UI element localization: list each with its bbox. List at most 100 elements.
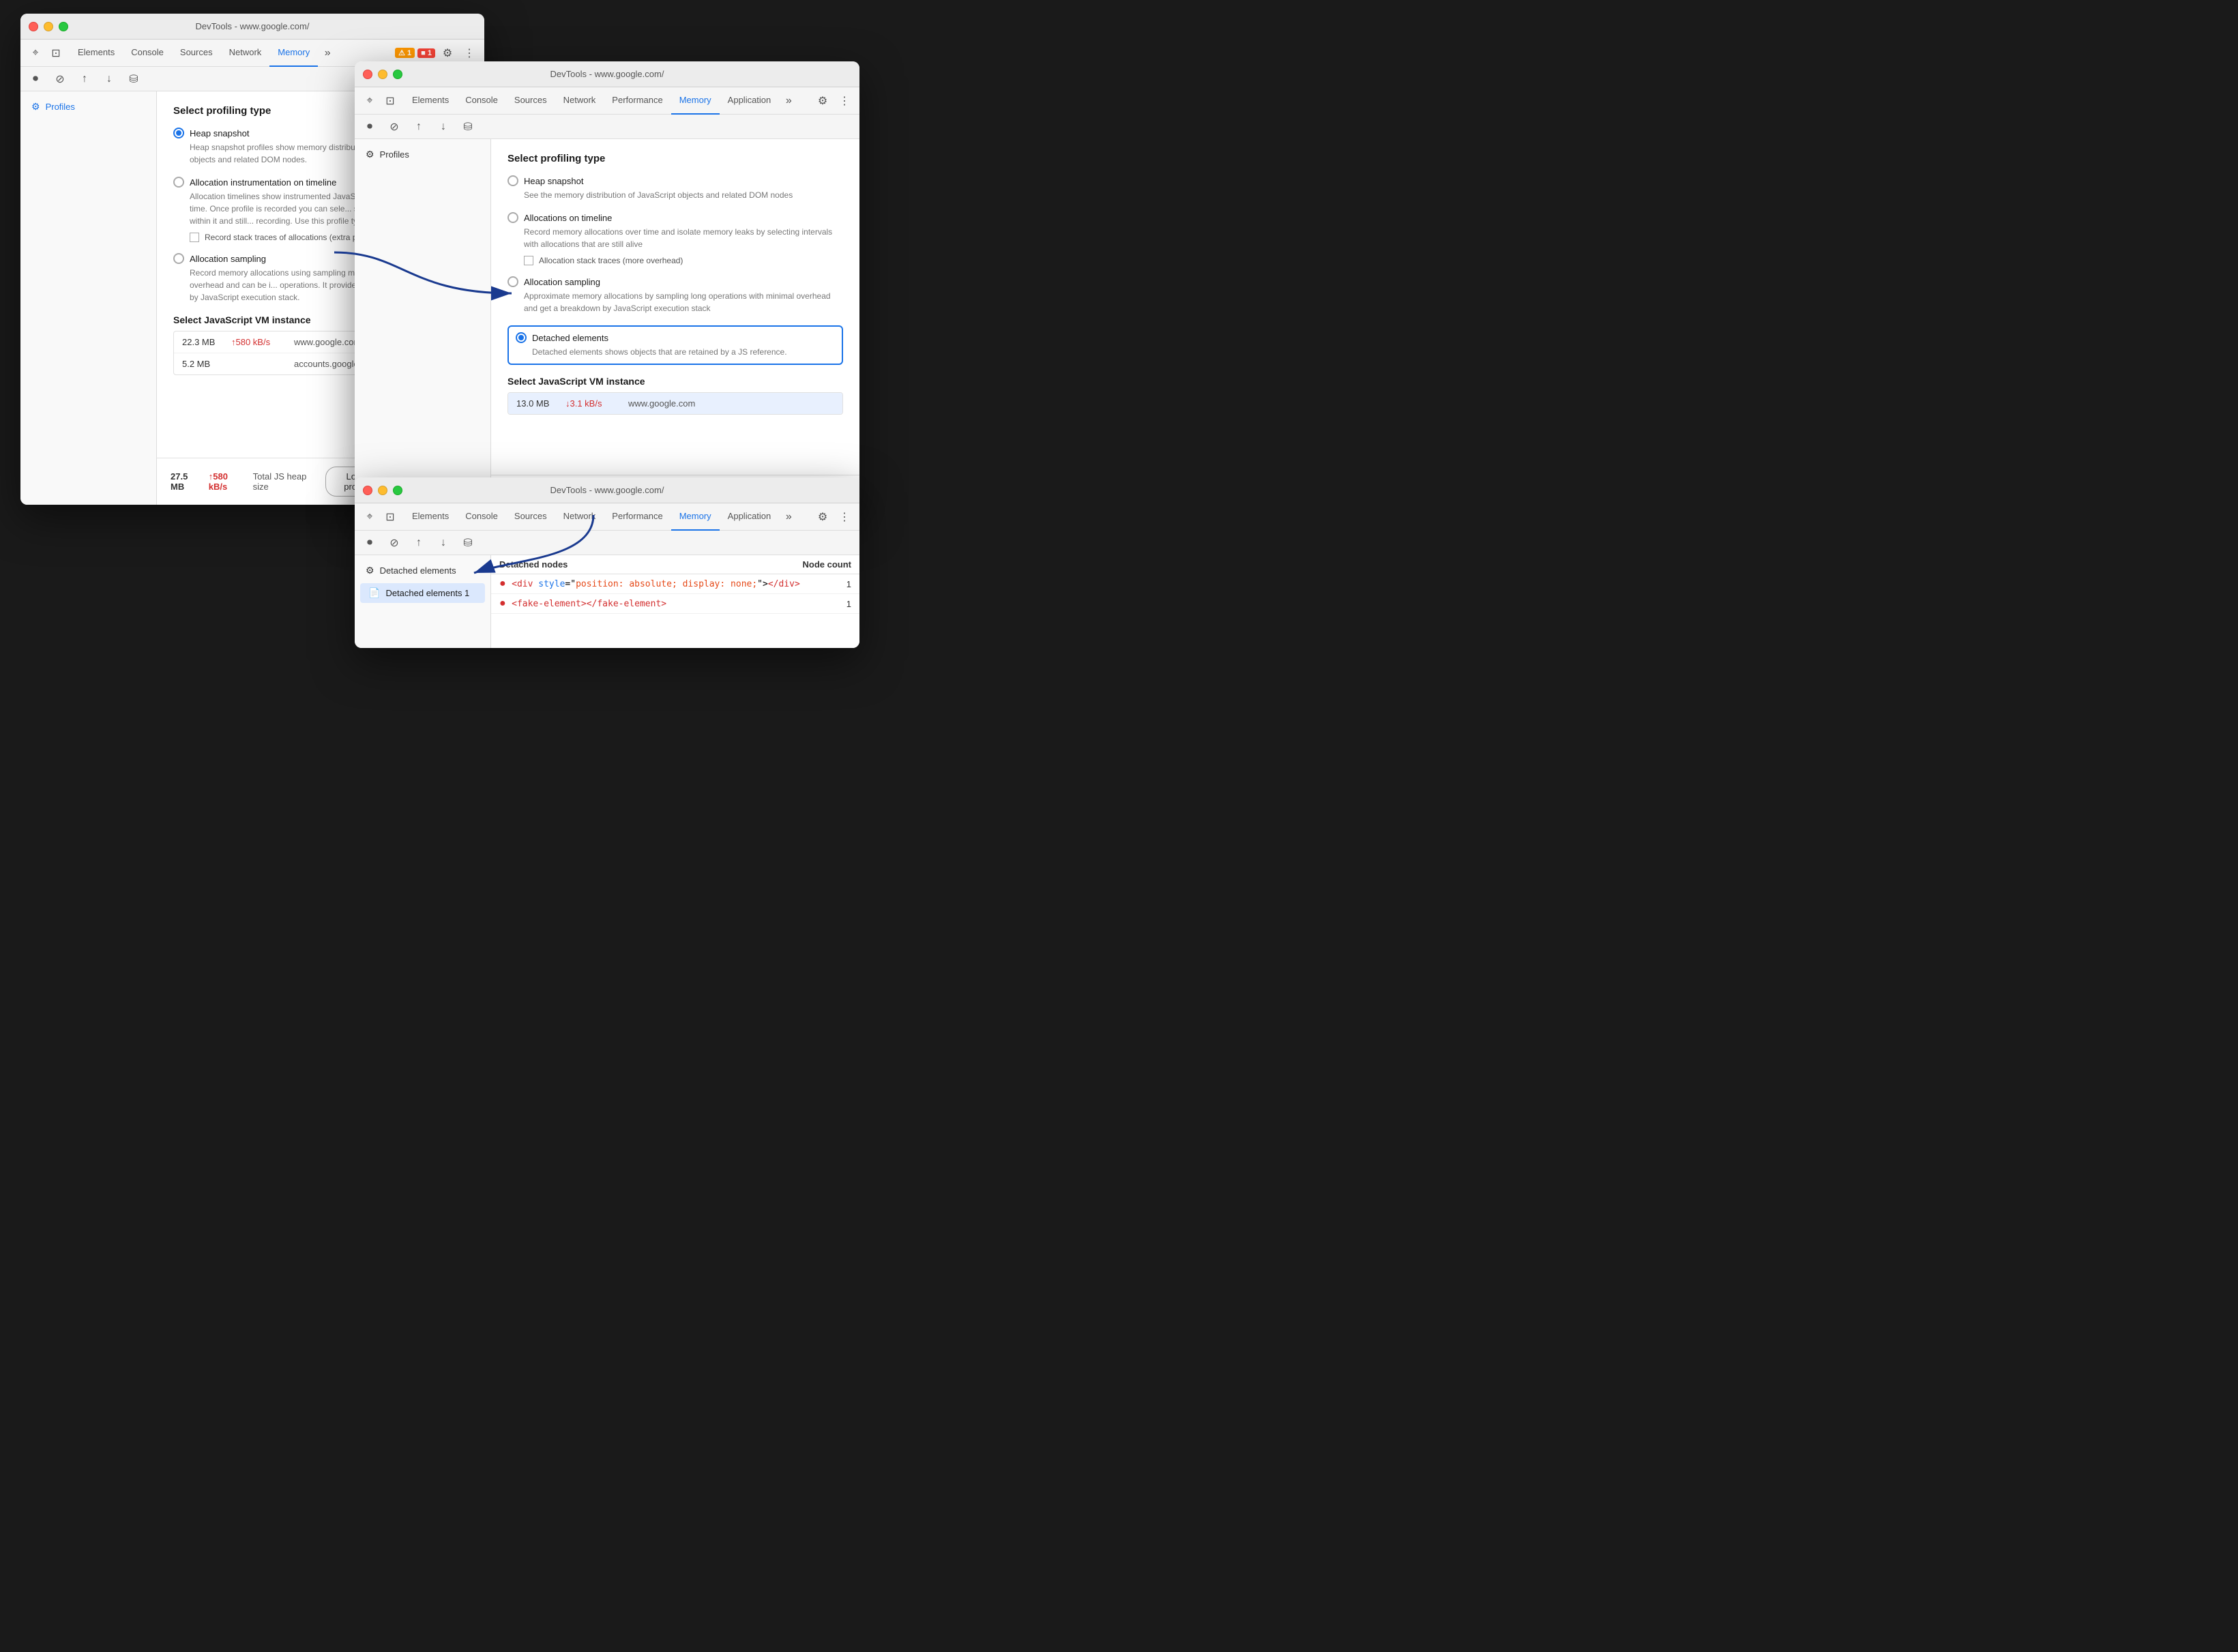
vm-row-2-0[interactable]: 13.0 MB ↓3.1 kB/s www.google.com [508, 393, 842, 414]
sidebar-item-profiles-3[interactable]: ⚙ Detached elements [355, 561, 490, 580]
record-icon-3[interactable]: ⏺ [360, 533, 379, 552]
body-3: ⚙ Detached elements 📄 Detached elements … [355, 555, 859, 648]
record-icon-1[interactable]: ⏺ [26, 70, 45, 89]
nodes-row-0[interactable]: ● <div style="position: absolute; displa… [491, 574, 859, 594]
tab-console-2[interactable]: Console [457, 87, 506, 115]
tab-memory-1[interactable]: Memory [269, 40, 318, 67]
upload-icon-2[interactable]: ↑ [409, 117, 428, 136]
alloc-radio-2[interactable] [507, 212, 518, 223]
tab-sources-2[interactable]: Sources [506, 87, 555, 115]
clear-icon-2[interactable]: ⊘ [385, 117, 404, 136]
titlebar-2: DevTools - www.google.com/ [355, 61, 859, 87]
more-icon-2[interactable]: ⋮ [835, 91, 854, 110]
sampling-option-2: Allocation sampling Approximate memory a… [507, 276, 843, 314]
settings-icon-1[interactable]: ⚙ [438, 44, 457, 63]
bullet-1: ● [499, 598, 506, 609]
window-title-3: DevTools - www.google.com/ [550, 485, 664, 495]
tab-elements-1[interactable]: Elements [70, 40, 123, 67]
mobile-icon-3[interactable]: ⊡ [381, 507, 400, 527]
maximize-btn-1[interactable] [59, 22, 68, 31]
close-btn-3[interactable] [363, 486, 372, 495]
vm-size-1-0: 22.3 MB [182, 337, 223, 347]
download-icon-3[interactable]: ↓ [434, 533, 453, 552]
sidebar-item-profiles-1[interactable]: ⚙ Profiles [20, 97, 156, 117]
more-tabs-icon-3[interactable]: » [779, 507, 798, 527]
cursor-icon-3[interactable]: ⌖ [360, 507, 379, 527]
tab-sources-1[interactable]: Sources [172, 40, 221, 67]
tab-network-2[interactable]: Network [555, 87, 604, 115]
stack-traces-label-1: Record stack traces of allocations (extr… [205, 233, 368, 242]
tab-application-3[interactable]: Application [720, 503, 780, 531]
heap-label-1: Heap snapshot [190, 128, 249, 138]
code-0: <div style="position: absolute; display:… [512, 579, 800, 589]
download-icon-1[interactable]: ↓ [100, 70, 119, 89]
minimize-btn-1[interactable] [44, 22, 53, 31]
collect-icon-3[interactable]: ⛁ [458, 533, 477, 552]
sampling-radio-1[interactable] [173, 253, 184, 264]
collect-icon-1[interactable]: ⛁ [124, 70, 143, 89]
mobile-icon[interactable]: ⊡ [46, 44, 65, 63]
sidebar-item-profiles-2[interactable]: ⚙ Profiles [355, 145, 490, 164]
cursor-icon-2[interactable]: ⌖ [360, 91, 379, 110]
collect-icon-2[interactable]: ⛁ [458, 117, 477, 136]
tab-sources-3[interactable]: Sources [506, 503, 555, 531]
heap-radio-1[interactable] [173, 128, 184, 138]
devtools-window-2: DevTools - www.google.com/ ⌖ ⊡ Elements … [355, 61, 859, 512]
detached-elements-profile-item[interactable]: 📄 Detached elements 1 [360, 583, 485, 603]
sidebar-profiles-label-2: Profiles [380, 149, 409, 160]
tab-network-3[interactable]: Network [555, 503, 604, 531]
footer-size-1: 27.5 MB [171, 471, 201, 492]
more-icon-3[interactable]: ⋮ [835, 507, 854, 527]
tab-memory-3[interactable]: Memory [671, 503, 720, 531]
heap-radio-2[interactable] [507, 175, 518, 186]
close-btn-1[interactable] [29, 22, 38, 31]
minimize-btn-2[interactable] [378, 70, 387, 79]
alloc-stack-checkbox-2[interactable] [524, 256, 533, 265]
tab-elements-3[interactable]: Elements [404, 503, 457, 531]
alloc-radio-1[interactable] [173, 177, 184, 188]
allocations-timeline-option-2: Allocations on timeline Record memory al… [507, 212, 843, 265]
tab-console-3[interactable]: Console [457, 503, 506, 531]
nodes-row-1[interactable]: ● <fake-element></fake-element> 1 [491, 594, 859, 614]
detached-option-2: Detached elements Detached elements show… [507, 325, 843, 365]
sampling-label-2: Allocation sampling [524, 277, 600, 287]
download-icon-2[interactable]: ↓ [434, 117, 453, 136]
stack-traces-checkbox-1[interactable] [190, 233, 199, 242]
settings-icon-2[interactable]: ⚙ [813, 91, 832, 110]
sidebar-3: ⚙ Detached elements 📄 Detached elements … [355, 555, 491, 648]
detached-radio-2[interactable] [516, 332, 527, 343]
close-btn-2[interactable] [363, 70, 372, 79]
clear-icon-1[interactable]: ⊘ [50, 70, 70, 89]
more-icon-1[interactable]: ⋮ [460, 44, 479, 63]
heap-radio-row-2: Heap snapshot [507, 175, 843, 186]
alloc-desc-2: Record memory allocations over time and … [524, 226, 843, 250]
titlebar-1: DevTools - www.google.com/ [20, 14, 484, 40]
maximize-btn-3[interactable] [393, 486, 402, 495]
tab-memory-2[interactable]: Memory [671, 87, 720, 115]
tab-performance-3[interactable]: Performance [604, 503, 671, 531]
mobile-icon-2[interactable]: ⊡ [381, 91, 400, 110]
tab-network-1[interactable]: Network [221, 40, 270, 67]
tab-performance-2[interactable]: Performance [604, 87, 671, 115]
record-icon-2[interactable]: ⏺ [360, 117, 379, 136]
upload-icon-3[interactable]: ↑ [409, 533, 428, 552]
sidebar-2: ⚙ Profiles [355, 139, 491, 512]
tab-application-2[interactable]: Application [720, 87, 780, 115]
settings-icon-3[interactable]: ⚙ [813, 507, 832, 527]
upload-icon-1[interactable]: ↑ [75, 70, 94, 89]
clear-icon-3[interactable]: ⊘ [385, 533, 404, 552]
profile-file-icon: 📄 [368, 587, 380, 599]
sampling-desc-2: Approximate memory allocations by sampli… [524, 290, 843, 314]
more-tabs-icon-2[interactable]: » [779, 91, 798, 110]
tab-elements-2[interactable]: Elements [404, 87, 457, 115]
minimize-btn-3[interactable] [378, 486, 387, 495]
more-tabs-icon-1[interactable]: » [318, 44, 337, 63]
cursor-icon[interactable]: ⌖ [26, 44, 45, 63]
toolbar-3: ⌖ ⊡ Elements Console Sources Network Per… [355, 503, 859, 531]
maximize-btn-2[interactable] [393, 70, 402, 79]
sampling-radio-2[interactable] [507, 276, 518, 287]
tab-console-1[interactable]: Console [123, 40, 172, 67]
code-1: <fake-element></fake-element> [512, 599, 666, 609]
vm-size-1-1: 5.2 MB [182, 359, 223, 369]
heap-desc-2: See the memory distribution of JavaScrip… [524, 189, 843, 201]
